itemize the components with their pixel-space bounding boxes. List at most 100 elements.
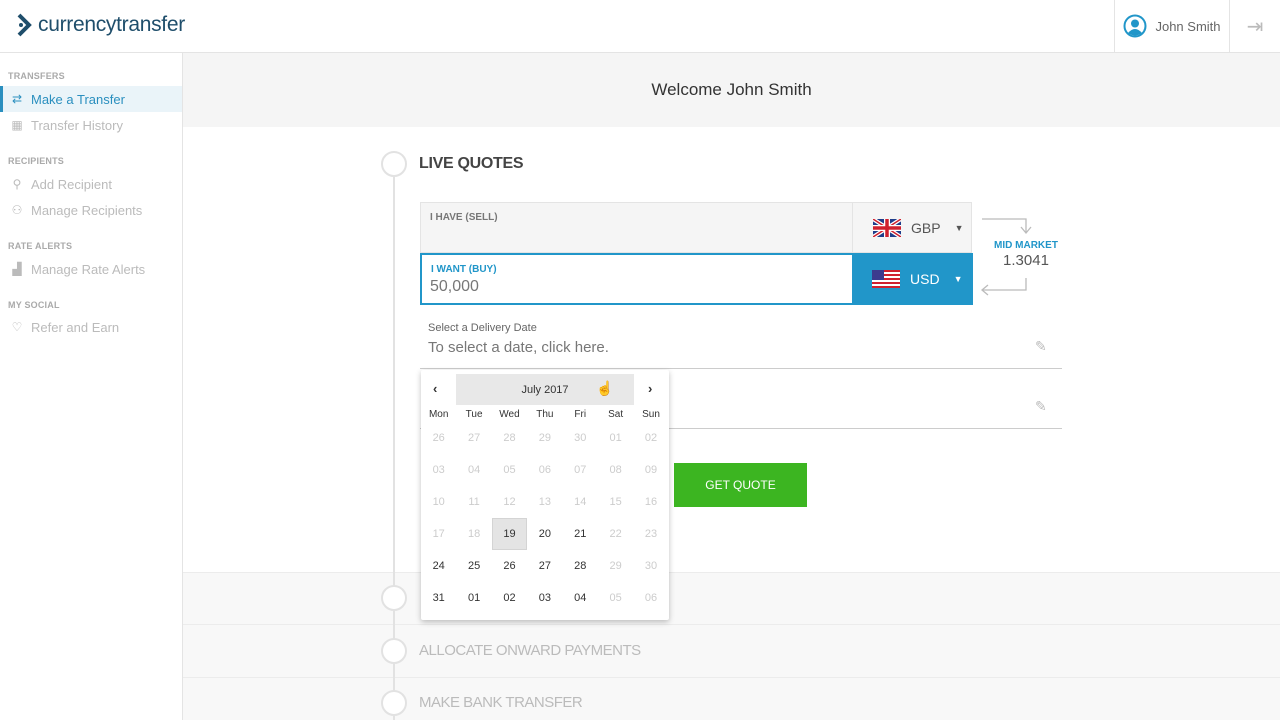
- calendar-day[interactable]: 26: [492, 550, 527, 582]
- calendar-day: 29: [538, 432, 551, 444]
- logo-text: currencytransfer: [38, 13, 185, 36]
- hand-cursor-icon: ☝: [596, 380, 614, 396]
- calendar-day: 30: [574, 432, 587, 444]
- buy-field[interactable]: I WANT (BUY) USD ▼: [420, 253, 973, 305]
- next-month-button[interactable]: ›: [648, 381, 652, 396]
- calendar-day[interactable]: 21: [563, 518, 598, 550]
- calendar-day[interactable]: 28: [563, 550, 598, 582]
- sidebar-section-my-social: MY SOCIAL: [8, 300, 60, 310]
- sell-field[interactable]: I HAVE (SELL) GBP ▼: [420, 202, 972, 253]
- calendar-day[interactable]: 20: [527, 518, 562, 550]
- uk-flag-icon: [873, 218, 901, 237]
- calendar-day[interactable]: 02: [492, 582, 527, 614]
- sidebar-item-manage-recipients[interactable]: ⚇ Manage Recipients: [0, 197, 182, 223]
- mid-market-label: MID MARKET: [994, 240, 1058, 251]
- timeline-line: [393, 164, 395, 720]
- sidebar-item-label: Transfer History: [31, 117, 123, 133]
- calendar-day: 13: [538, 496, 551, 508]
- step-circle: [381, 585, 407, 611]
- weekday-label: Wed: [499, 409, 520, 420]
- step-row: [183, 572, 1280, 624]
- calendar-day[interactable]: 24: [421, 550, 456, 582]
- date-picker: ‹ July 2017 › Mon Tue Wed Thu Fri Sat Sun 26 27…: [421, 370, 669, 620]
- calendar-week: 17 18 19 20 21 22 23: [421, 518, 669, 550]
- user-menu[interactable]: John Smith: [1114, 0, 1230, 52]
- calendar-week: 24 25 26 27 28 29 30: [421, 550, 669, 582]
- welcome-text: Welcome John Smith: [651, 80, 812, 99]
- live-quotes-title: LIVE QUOTES: [419, 155, 524, 172]
- calendar-day: 06: [538, 464, 551, 476]
- calendar-day: 09: [644, 464, 658, 476]
- calendar-week: 31 01 02 03 04 05 06: [421, 582, 669, 614]
- calendar-week: 26 27 28 29 30 01 02: [421, 422, 669, 454]
- calendar-day[interactable]: 03: [527, 582, 562, 614]
- heart-icon: ♡: [11, 320, 23, 334]
- user-name: John Smith: [1155, 18, 1221, 34]
- sidebar-item-label: Add Recipient: [31, 176, 112, 192]
- calendar-day: 14: [574, 496, 587, 508]
- calendar-day: 28: [503, 432, 516, 444]
- top-header: currencytransfer John Smith ⇥: [0, 0, 1280, 53]
- calendar-day: 05: [609, 592, 622, 604]
- pencil-icon[interactable]: ✎: [1035, 338, 1047, 355]
- step-make-bank-transfer[interactable]: MAKE BANK TRANSFER: [419, 694, 583, 711]
- sidebar-item-transfer-history[interactable]: ▦ Transfer History: [0, 112, 182, 138]
- calendar-day: 03: [432, 464, 445, 476]
- sidebar-item-label: Manage Recipients: [31, 202, 143, 218]
- calendar-day: 22: [609, 528, 622, 540]
- calendar-day: 29: [609, 560, 622, 572]
- get-quote-button[interactable]: GET QUOTE: [674, 463, 807, 507]
- calendar-day-selected[interactable]: 19: [491, 518, 528, 550]
- sidebar-item-label: Make a Transfer: [31, 91, 125, 107]
- calendar-icon: ▦: [11, 118, 23, 132]
- calendar-day[interactable]: 01: [456, 582, 491, 614]
- weekday-label: Mon: [428, 409, 449, 420]
- mid-market-value: 1.3041: [1003, 252, 1049, 269]
- divider: [420, 368, 1062, 369]
- swap-icon: ⇄: [11, 92, 23, 106]
- prev-month-button[interactable]: ‹: [433, 381, 437, 396]
- weekday-header: Mon Tue Wed Thu Fri Sat Sun: [421, 409, 669, 420]
- calendar-grid: 26 27 28 29 30 01 02 03 04 05 06 07 08 09 10 11 12 13 14 15…: [421, 422, 669, 614]
- sidebar-item-label: Manage Rate Alerts: [31, 261, 146, 277]
- calendar-day: 12: [503, 496, 516, 508]
- sidebar-section-rate-alerts: RATE ALERTS: [8, 241, 73, 251]
- calendar-day[interactable]: 27: [527, 550, 562, 582]
- logo-chevron-icon: [17, 13, 32, 37]
- us-flag-icon: [872, 270, 900, 288]
- calendar-day[interactable]: 04: [563, 582, 598, 614]
- sidebar-item-add-recipient[interactable]: ⚲ Add Recipient: [0, 171, 182, 197]
- mid-market-rate: MID MARKET 1.3041: [990, 240, 1062, 269]
- weekday-label: Thu: [536, 409, 554, 420]
- step-row: [183, 624, 1280, 677]
- calendar-day[interactable]: 31: [421, 582, 456, 614]
- sidebar-item-refer-and-earn[interactable]: ♡ Refer and Earn: [0, 314, 182, 340]
- calendar-week: 10 11 12 13 14 15 16: [421, 486, 669, 518]
- buy-currency-select[interactable]: USD ▼: [852, 253, 973, 305]
- add-user-icon: ⚲: [12, 177, 22, 191]
- sell-currency-code: GBP: [911, 219, 941, 236]
- calendar-day: 30: [644, 560, 658, 572]
- calendar-day[interactable]: 25: [456, 550, 491, 582]
- sell-currency-select[interactable]: GBP ▼: [852, 203, 973, 252]
- calendar-day: 02: [644, 432, 658, 444]
- sidebar-section-transfers: TRANSFERS: [8, 71, 65, 81]
- step-row: [183, 677, 1280, 720]
- buy-currency-code: USD: [910, 271, 940, 287]
- sidebar-item-make-transfer[interactable]: ⇄ Make a Transfer: [0, 86, 182, 112]
- pencil-icon[interactable]: ✎: [1035, 398, 1047, 415]
- calendar-day: 26: [432, 432, 445, 444]
- buy-label: I WANT (BUY): [431, 264, 497, 275]
- sidebar-item-manage-rate-alerts[interactable]: ▟ Manage Rate Alerts: [0, 256, 182, 282]
- calendar-day: 04: [467, 464, 481, 476]
- logo[interactable]: currencytransfer: [16, 13, 185, 37]
- logout-button[interactable]: ⇥: [1230, 0, 1280, 52]
- logout-icon: ⇥: [1246, 15, 1264, 38]
- calendar-day: 06: [644, 592, 658, 604]
- calendar-day: 17: [432, 528, 445, 540]
- delivery-date-label: Select a Delivery Date: [428, 322, 537, 334]
- delivery-date-input[interactable]: To select a date, click here.: [428, 339, 609, 356]
- calendar-day: 07: [574, 464, 587, 476]
- step-allocate-onward-payments[interactable]: ALLOCATE ONWARD PAYMENTS: [419, 642, 641, 659]
- buy-amount-input[interactable]: [430, 278, 830, 296]
